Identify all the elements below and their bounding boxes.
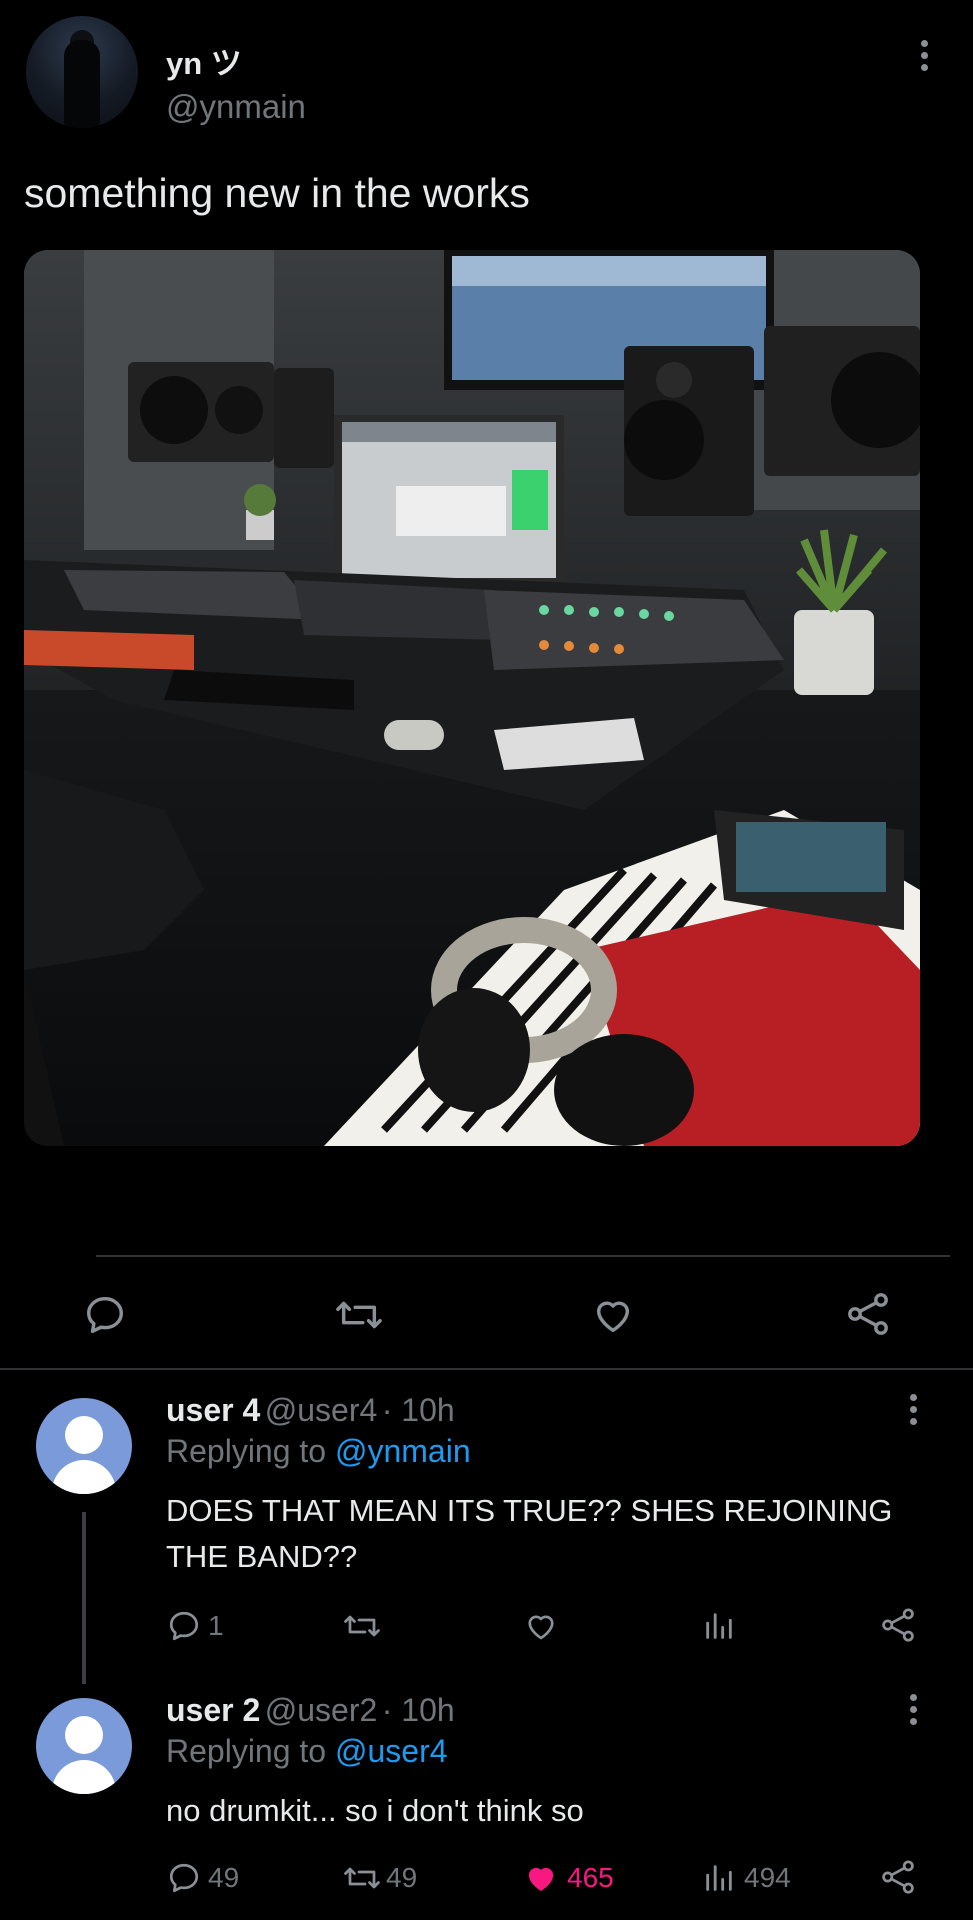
reply-icon[interactable] [82,1292,128,1343]
more-options-icon[interactable] [909,40,939,80]
reply-time: · 10h [381,1692,455,1728]
like-button[interactable]: 465 [523,1860,614,1896]
replying-to-line: Replying to @ynmain [166,1433,471,1470]
more-options-icon[interactable] [910,1694,917,1725]
reply-avatar[interactable] [36,1698,132,1794]
share-icon[interactable] [844,1290,892,1343]
like-icon[interactable] [590,1292,636,1343]
reply-author-name[interactable]: user 2 [166,1692,260,1728]
views-icon [706,1613,732,1639]
reply-header: user 4 @user4 · 10h [166,1392,455,1429]
retweet-button[interactable]: 49 [342,1860,417,1896]
divider [96,1255,950,1257]
replying-to-label: Replying to [166,1433,327,1469]
reply-author-handle[interactable]: @user4 [265,1392,378,1428]
share-button[interactable] [879,1858,917,1901]
retweet-icon[interactable] [334,1292,384,1343]
view-count: 494 [744,1862,791,1893]
like-button[interactable] [523,1608,559,1649]
author-avatar[interactable] [26,16,138,128]
retweet-icon [344,1615,380,1637]
retweet-button[interactable] [342,1608,382,1649]
reply-icon [169,1611,199,1641]
tweet-media-image[interactable] [24,250,920,1146]
thread-line [82,1512,86,1684]
like-icon [528,1615,554,1640]
share-icon [882,1860,914,1894]
views-button[interactable]: 494 [702,1860,791,1896]
views-button[interactable] [702,1608,736,1649]
share-icon [882,1608,914,1642]
reply-count: 49 [208,1862,240,1893]
reply-count: 1 [208,1610,224,1641]
more-options-icon[interactable] [910,1394,917,1425]
reply-time: · 10h [381,1392,455,1428]
reply-header: user 2 @user2 · 10h [166,1692,455,1729]
tweet-text: something new in the works [24,170,530,216]
replying-to-line: Replying to @user4 [166,1733,448,1770]
reply-icon [169,1863,199,1893]
reply-author-handle[interactable]: @user2 [265,1692,378,1728]
author-handle[interactable]: @ynmain [166,88,306,126]
like-count: 465 [567,1862,614,1893]
retweet-count: 49 [386,1862,418,1893]
replying-to-label: Replying to [166,1733,327,1769]
reply-button[interactable]: 1 [166,1608,224,1644]
reply-text: no drumkit... so i don't think so [166,1793,584,1828]
like-icon-filled [528,1867,554,1891]
reply-text: DOES THAT MEAN ITS TRUE?? SHES REJOINING… [166,1493,893,1574]
reply-avatar[interactable] [36,1398,132,1494]
share-button[interactable] [879,1606,917,1649]
reply-author-name[interactable]: user 4 [166,1392,260,1428]
replying-to-mention[interactable]: @ynmain [335,1433,471,1469]
views-icon [706,1865,732,1891]
replying-to-mention[interactable]: @user4 [335,1733,448,1769]
retweet-icon [344,1867,380,1889]
divider [0,1368,973,1370]
reply-button[interactable]: 49 [166,1860,239,1896]
author-display-name[interactable]: yn ツ [166,38,242,83]
